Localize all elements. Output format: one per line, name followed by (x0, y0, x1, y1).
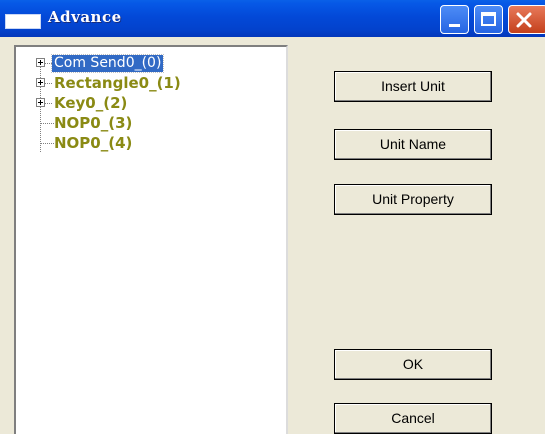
title-bar[interactable]: Advance (0, 0, 545, 37)
expand-plus-icon[interactable] (36, 98, 45, 107)
tree-item-label: NOP0_(4) (54, 134, 133, 152)
tree-branch-line (45, 103, 52, 104)
tree-item-label: Key0_(2) (54, 94, 128, 112)
unit-tree[interactable]: Com Send0_(0) Rectangle0_(1) Key0_(2) NO… (14, 45, 288, 434)
window-icon (5, 14, 41, 29)
tree-branch-line (45, 63, 52, 64)
maximize-icon (481, 12, 496, 26)
window-title: Advance (48, 8, 122, 26)
tree-connector (40, 63, 41, 152)
cancel-button[interactable]: Cancel (334, 403, 492, 434)
tree-item-label: Com Send0_(0) (50, 54, 165, 73)
minimize-button[interactable] (440, 5, 469, 34)
expand-plus-icon[interactable] (36, 58, 45, 67)
tree-item-label: Rectangle0_(1) (54, 74, 181, 92)
tree-branch-line (40, 123, 54, 124)
tree-branch-line (40, 143, 54, 144)
unit-property-button[interactable]: Unit Property (334, 184, 492, 215)
unit-name-button[interactable]: Unit Name (334, 129, 492, 160)
close-icon (516, 12, 532, 28)
insert-unit-button[interactable]: Insert Unit (334, 71, 492, 102)
ok-button[interactable]: OK (334, 349, 492, 380)
expand-plus-icon[interactable] (36, 78, 45, 87)
maximize-button[interactable] (474, 5, 503, 34)
close-button[interactable] (508, 5, 545, 34)
minimize-icon (449, 24, 460, 27)
tree-item-label: NOP0_(3) (54, 114, 133, 132)
tree-branch-line (45, 83, 52, 84)
